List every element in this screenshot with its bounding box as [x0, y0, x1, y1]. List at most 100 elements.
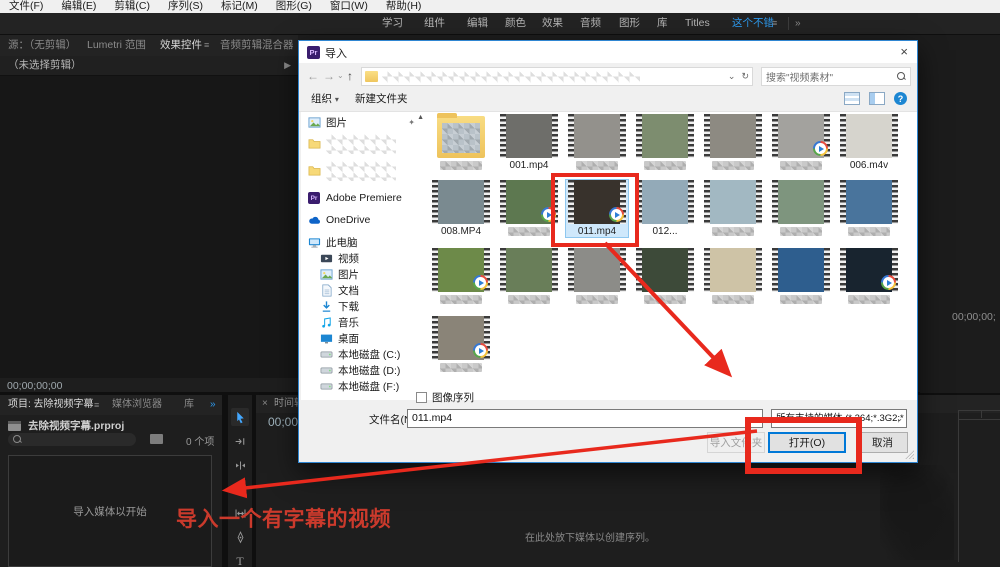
sidebar-item-[interactable]: 桌面	[307, 330, 423, 346]
file-item[interactable]	[770, 248, 832, 304]
sidebar-item-[interactable]: 此电脑	[307, 234, 423, 250]
image-sequence-option[interactable]: 图像序列	[416, 390, 474, 405]
sidebar-item-[interactable]: 文档	[307, 282, 423, 298]
source-panel-tab[interactable]: 效果控件	[160, 35, 202, 56]
forward-icon[interactable]: →	[323, 67, 335, 85]
file-item[interactable]	[770, 180, 832, 237]
workspace-tab[interactable]: 学习	[378, 13, 407, 34]
sidebar-item-[interactable]: 图片	[307, 266, 423, 282]
sidebar-item-blurred[interactable]	[307, 130, 423, 157]
chevron-down-icon[interactable]: ⌄	[751, 410, 758, 427]
new-bin-icon[interactable]	[150, 434, 163, 444]
sidebar-item-onedrive[interactable]: OneDrive	[307, 212, 423, 228]
filetype-select[interactable]: 所有支持的媒体 (*.264;*.3G2;* ⌄	[771, 409, 907, 428]
organize-button[interactable]: 组织 ▾	[311, 89, 339, 110]
sidebar-item-d[interactable]: 本地磁盘 (D:)	[307, 362, 423, 378]
file-item[interactable]	[838, 248, 900, 304]
menu-item[interactable]: 剪辑(C)	[105, 0, 159, 13]
panel-menu-icon[interactable]: ≡	[204, 35, 209, 56]
history-dropdown-icon[interactable]: ⌄	[337, 67, 344, 85]
address-bar[interactable]: ⌄ ↻	[361, 67, 753, 86]
sidebar-item-adobepremiere[interactable]: PrAdobe Premiere	[307, 190, 423, 206]
search-input[interactable]: 搜索"视频素材"	[761, 67, 911, 86]
workspace-tab[interactable]: 图形	[615, 13, 644, 34]
close-icon[interactable]: ×	[900, 44, 908, 59]
track-select-tool[interactable]	[231, 432, 249, 450]
address-dropdown-icon[interactable]: ⌄	[728, 71, 736, 82]
back-icon[interactable]: ←	[307, 67, 319, 85]
source-panel-tab[interactable]: Lumetri 范围	[87, 35, 146, 56]
file-item[interactable]	[498, 248, 560, 304]
import-folder-button[interactable]: 导入文件夹	[707, 432, 765, 453]
cancel-button[interactable]: 取消	[857, 432, 908, 453]
file-item-012...[interactable]: 012...	[634, 180, 696, 237]
file-item[interactable]	[566, 248, 628, 304]
menu-item[interactable]: 编辑(E)	[52, 0, 105, 13]
file-item[interactable]	[702, 248, 764, 304]
file-item[interactable]	[430, 316, 492, 372]
file-item[interactable]	[702, 114, 764, 171]
filename-input[interactable]: 011.mp4 ⌄	[407, 409, 763, 428]
file-item[interactable]	[770, 114, 832, 171]
sidebar-item-[interactable]: 音乐	[307, 314, 423, 330]
source-panel-tab[interactable]: 源：（无剪辑）	[8, 35, 76, 56]
preview-pane-icon[interactable]	[869, 92, 885, 105]
file-item-006.m4v[interactable]: 006.m4v	[838, 114, 900, 171]
up-icon[interactable]: ↑	[347, 67, 353, 85]
pen-tool[interactable]	[231, 528, 249, 546]
image-sequence-checkbox[interactable]	[416, 392, 427, 403]
workspace-tab[interactable]: 这个不错	[728, 13, 778, 34]
file-item[interactable]	[634, 248, 696, 304]
project-panel-tab[interactable]: 项目: 去除视频字幕	[8, 395, 94, 415]
workspace-tab[interactable]: 效果	[538, 13, 567, 34]
ripple-edit-tool[interactable]	[231, 456, 249, 474]
file-item-011.mp4[interactable]: 011.mp4	[566, 180, 628, 237]
slip-tool[interactable]	[231, 504, 249, 522]
sidebar-item-blurred[interactable]	[307, 157, 423, 184]
razor-tool[interactable]	[231, 480, 249, 498]
panel-menu-icon[interactable]: ≡	[94, 395, 99, 415]
workspace-tab[interactable]: 音频	[576, 13, 605, 34]
workspace-tab[interactable]: 库	[653, 13, 672, 34]
project-search-input[interactable]	[8, 433, 136, 446]
folder-item[interactable]	[430, 114, 492, 171]
open-button[interactable]: 打开(O)	[768, 432, 846, 453]
project-empty-drop-area[interactable]: 导入媒体以开始	[8, 455, 212, 567]
sidebar-item-f[interactable]: 本地磁盘 (F:)	[307, 378, 423, 394]
menu-item[interactable]: 序列(S)	[159, 0, 212, 13]
workspace-tab[interactable]: 颜色	[501, 13, 530, 34]
file-item-001.mp4[interactable]: 001.mp4	[498, 114, 560, 171]
sidebar-item-c[interactable]: 本地磁盘 (C:)	[307, 346, 423, 362]
menu-item[interactable]: 帮助(H)	[377, 0, 431, 13]
sidebar-item-[interactable]: 视频	[307, 250, 423, 266]
selection-tool[interactable]	[231, 408, 249, 426]
menu-item[interactable]: 文件(F)	[0, 0, 52, 13]
file-item[interactable]	[498, 180, 560, 237]
dialog-title-bar[interactable]: Pr 导入 ×	[299, 41, 917, 63]
file-item[interactable]	[566, 114, 628, 171]
close-panel-icon[interactable]: ×	[262, 395, 268, 413]
panel-menu-icon[interactable]: ≡	[772, 13, 777, 34]
source-panel-tab[interactable]: 音频剪辑混合器	[220, 35, 294, 56]
sidebar-item-[interactable]: 图片✦	[307, 114, 423, 130]
file-item[interactable]	[430, 248, 492, 304]
file-item[interactable]	[702, 180, 764, 237]
file-item[interactable]	[634, 114, 696, 171]
workspace-tab[interactable]: Titles	[681, 13, 714, 34]
new-folder-button[interactable]: 新建文件夹	[355, 89, 408, 109]
workspace-tab[interactable]: 编辑	[463, 13, 492, 34]
project-panel-tab[interactable]: 媒体浏览器	[112, 395, 162, 415]
overflow-tabs-icon[interactable]: »	[795, 13, 801, 34]
resize-grip[interactable]	[905, 450, 914, 459]
type-tool[interactable]: T	[231, 552, 249, 567]
menu-item[interactable]: 窗口(W)	[321, 0, 377, 13]
menu-item[interactable]: 图形(G)	[267, 0, 321, 13]
project-panel-tab[interactable]: 库	[184, 395, 194, 415]
refresh-icon[interactable]: ↻	[741, 71, 749, 82]
sidebar-item-[interactable]: 下载	[307, 298, 423, 314]
help-icon[interactable]: ?	[894, 92, 907, 105]
file-item-008.mp4[interactable]: 008.MP4	[430, 180, 492, 237]
view-mode-icon[interactable]	[844, 92, 860, 105]
menu-item[interactable]: 标记(M)	[212, 0, 267, 13]
workspace-tab[interactable]: 组件	[420, 13, 449, 34]
